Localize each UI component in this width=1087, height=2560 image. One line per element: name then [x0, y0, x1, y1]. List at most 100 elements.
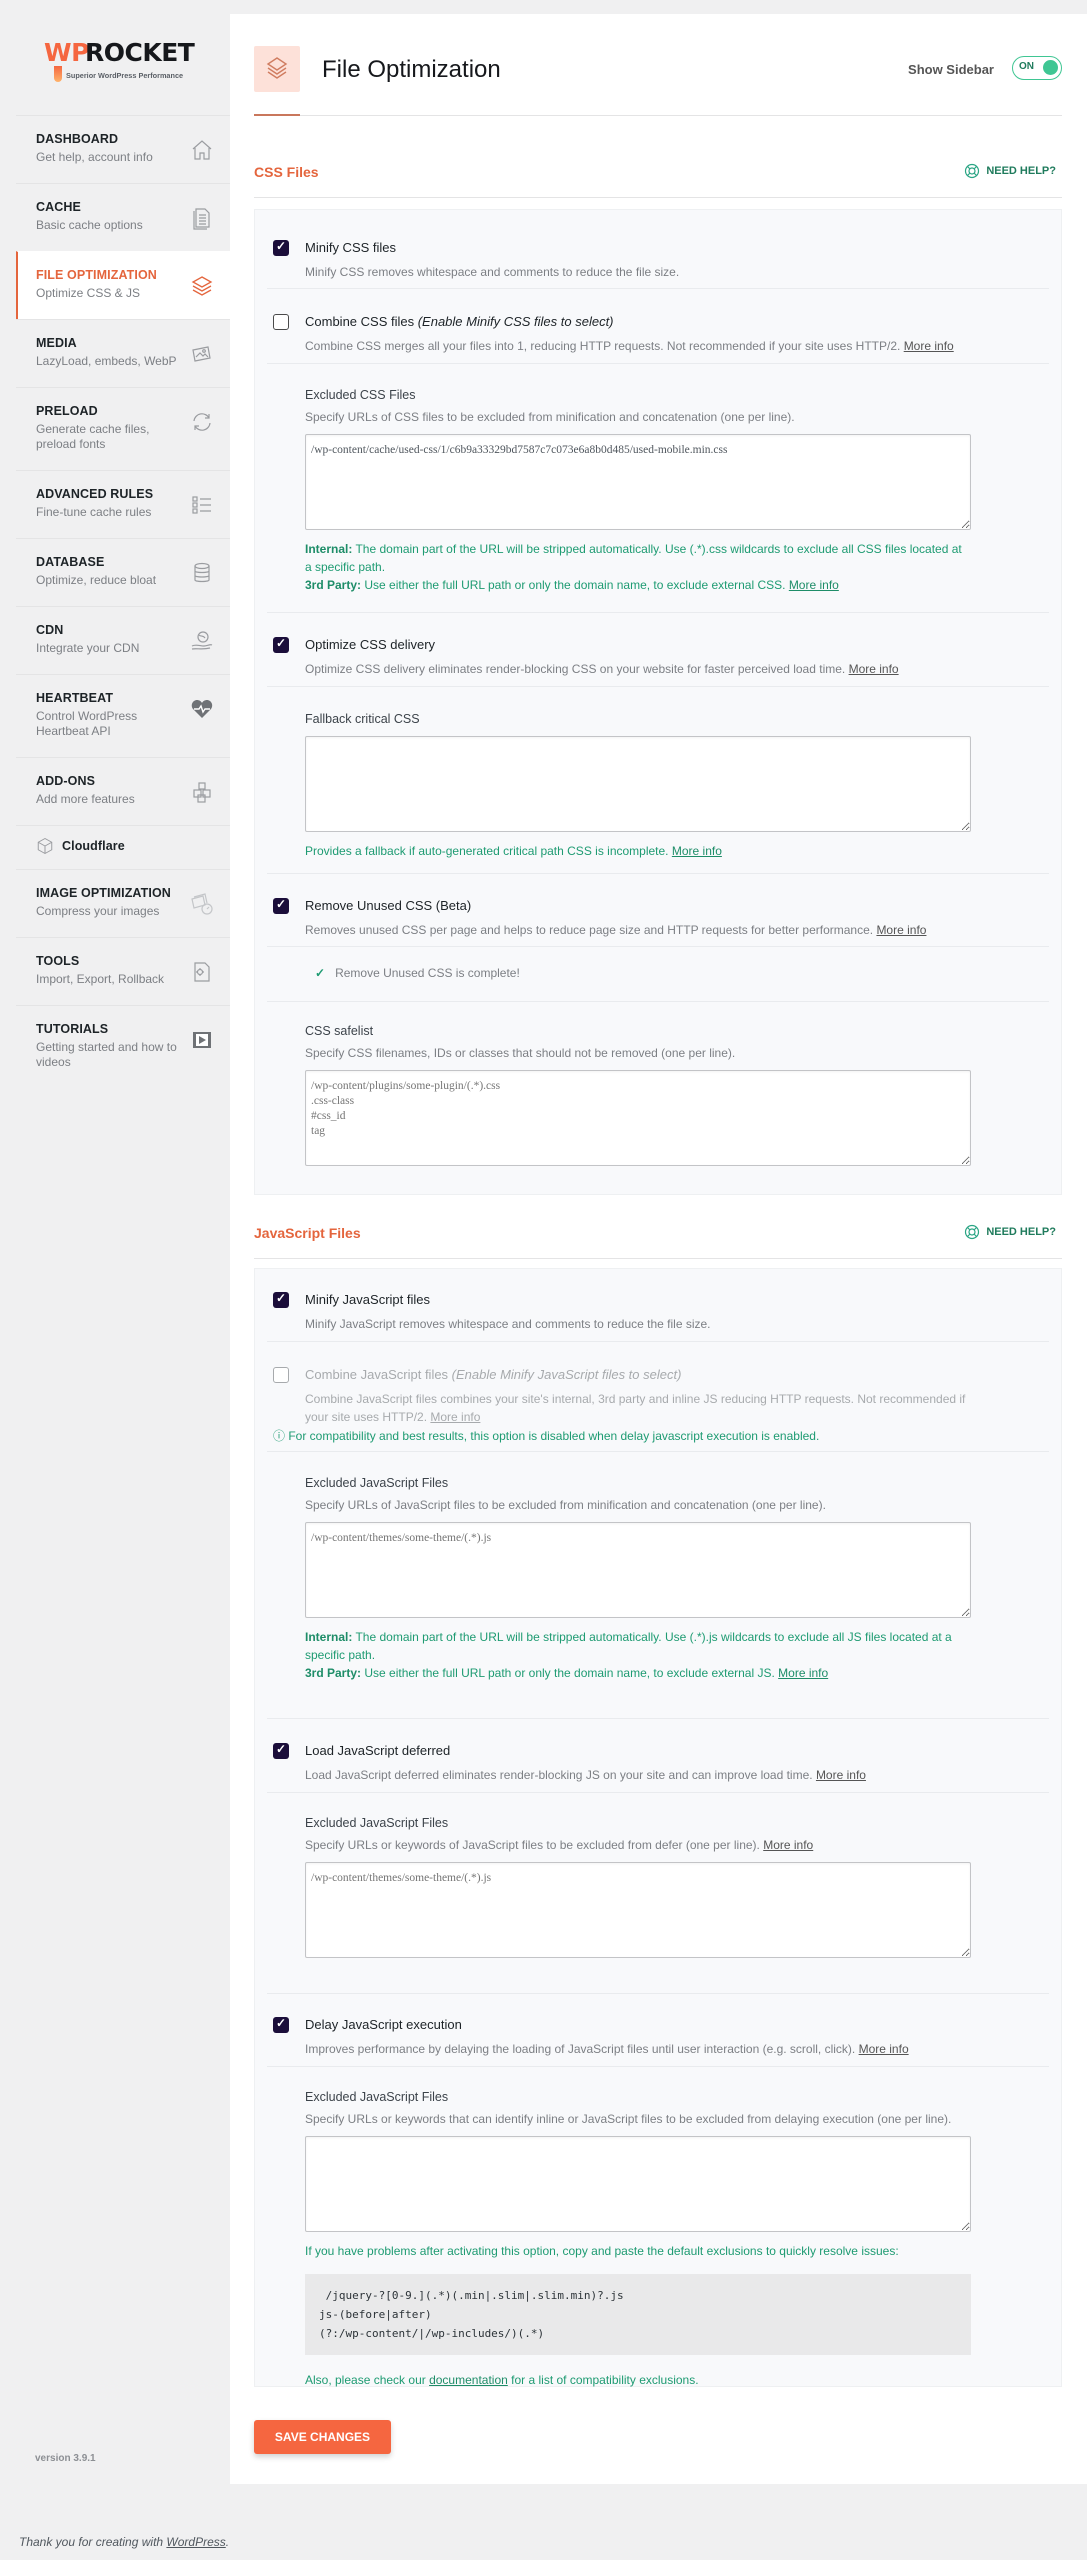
css-safelist-textarea[interactable] [305, 1070, 971, 1166]
defer-js-checkbox[interactable] [273, 1742, 289, 1759]
lifebuoy-icon [965, 1224, 980, 1240]
header-underline [254, 114, 300, 116]
more-info-link[interactable]: More info [816, 1768, 866, 1782]
more-info-link[interactable]: More info [859, 2042, 909, 2056]
sidebar-item-heartbeat[interactable]: HEARTBEAT Control WordPress Heartbeat AP… [16, 674, 230, 757]
defer-excluded-js-field: Excluded JavaScript Files Specify URLs o… [305, 1816, 971, 1958]
option-label[interactable]: Optimize CSS delivery [305, 637, 435, 652]
more-info-link[interactable]: More info [672, 844, 722, 858]
field-description: Specify URLs or keywords that can identi… [305, 2112, 952, 2126]
sidebar-item-subtitle: Optimize, reduce bloat [36, 573, 157, 587]
minify-css-checkbox[interactable] [273, 239, 289, 256]
minify-js-checkbox[interactable] [273, 1291, 289, 1308]
sidebar-item-subtitle: Getting started and how to videos [36, 1040, 177, 1069]
sidebar-item-cloudflare[interactable]: Cloudflare [16, 825, 230, 869]
divider [267, 1718, 1049, 1719]
option-label[interactable]: Remove Unused CSS (Beta) [305, 898, 471, 913]
sidebar-item-database[interactable]: DATABASE Optimize, reduce bloat [16, 538, 230, 606]
need-help-link[interactable]: NEED HELP? [964, 163, 1056, 179]
home-icon [192, 140, 212, 160]
excluded-css-textarea[interactable]: /wp-content/cache/used-css/1/c6b9a33329b… [305, 434, 971, 530]
heartbeat-icon [191, 700, 213, 718]
sidebar-item-file-optimization[interactable]: FILE OPTIMIZATION Optimize CSS & JS [16, 251, 230, 319]
status-text: Remove Unused CSS is complete! [335, 966, 520, 980]
option-label[interactable]: Minify JavaScript files [305, 1292, 430, 1307]
divider [267, 1341, 1049, 1342]
sidebar-item-image-optimization[interactable]: IMAGE OPTIMIZATION Compress your images [16, 869, 230, 937]
option-label[interactable]: Combine CSS files (Enable Minify CSS fil… [305, 314, 614, 329]
divider [267, 612, 1049, 613]
sidebar-item-media[interactable]: MEDIA LazyLoad, embeds, WebP [16, 319, 230, 387]
field-title: Fallback critical CSS [305, 712, 420, 726]
documentation-link[interactable]: documentation [429, 2373, 508, 2387]
more-info-link[interactable]: More info [763, 1838, 813, 1852]
need-help-link[interactable]: NEED HELP? [964, 1224, 1056, 1240]
documentation-note: Also, please check our documentation for… [305, 2371, 971, 2389]
save-changes-button[interactable]: SAVE CHANGES [254, 2420, 391, 2454]
sidebar-item-subtitle: LazyLoad, embeds, WebP [36, 354, 177, 368]
default-exclusions-note: If you have problems after activating th… [305, 2244, 899, 2258]
wordpress-link[interactable]: WordPress [166, 2535, 225, 2549]
fallback-critical-css-field: Fallback critical CSS Provides a fallbac… [305, 712, 971, 860]
more-info-link[interactable]: More info [430, 1410, 480, 1424]
sidebar-item-preload[interactable]: PRELOAD Generate cache files, preload fo… [16, 387, 230, 470]
js-section-header: JavaScript Files NEED HELP? [254, 1219, 1062, 1259]
sidebar-item-subtitle: Basic cache options [36, 218, 143, 232]
option-label[interactable]: Delay JavaScript execution [305, 2017, 462, 2032]
optimize-css-delivery-checkbox[interactable] [273, 636, 289, 653]
sidebar-item-tools[interactable]: TOOLS Import, Export, Rollback [16, 937, 230, 1005]
video-icon [193, 1032, 211, 1048]
note-text: Provides a fallback if auto-generated cr… [305, 844, 672, 858]
internal-label: Internal: [305, 542, 353, 556]
sidebar-item-add-ons[interactable]: ADD-ONS Add more features [16, 757, 230, 825]
delay-js-checkbox[interactable] [273, 2016, 289, 2033]
excluded-js-textarea[interactable] [305, 1522, 971, 1618]
description-text: Combine JavaScript files combines your s… [305, 1392, 966, 1424]
option-description: Removes unused CSS per page and helps to… [305, 921, 991, 939]
fallback-critical-css-textarea[interactable] [305, 736, 971, 832]
more-info-link[interactable]: More info [876, 923, 926, 937]
sidebar-item-cache[interactable]: CACHE Basic cache options [16, 183, 230, 251]
css-section-header: CSS Files NEED HELP? [254, 158, 1062, 198]
warning-text: For compatibility and best results, this… [288, 1429, 820, 1443]
option-label[interactable]: Minify CSS files [305, 240, 396, 255]
description-text: Specify URLs or keywords of JavaScript f… [305, 1838, 764, 1852]
internal-text: The domain part of the URL will be strip… [305, 1630, 952, 1662]
excluded-css-field: Excluded CSS Files Specify URLs of CSS f… [305, 388, 971, 594]
remove-unused-css-checkbox[interactable] [273, 897, 289, 914]
description-text: Optimize CSS delivery eliminates render-… [305, 662, 849, 676]
cubes-icon [193, 782, 211, 803]
sidebar-item-subtitle: Compress your images [36, 904, 160, 918]
more-info-link[interactable]: More info [778, 1666, 828, 1680]
sidebar-item-dashboard[interactable]: DASHBOARD Get help, account info [16, 115, 230, 183]
sidebar-item-cdn[interactable]: CDN Integrate your CDN [16, 606, 230, 674]
default-exclusions-code[interactable]: /jquery-?[0-9.](.*)(.min|.slim|.slim.min… [305, 2274, 971, 2355]
delay-excluded-js-field: Excluded JavaScript Files Specify URLs o… [305, 2090, 971, 2389]
option-label[interactable]: Load JavaScript deferred [305, 1743, 450, 1758]
show-sidebar-toggle[interactable]: ON [1012, 56, 1062, 80]
sidebar-item-tutorials[interactable]: TUTORIALS Getting started and how to vid… [16, 1005, 230, 1088]
combine-css-checkbox[interactable] [273, 314, 289, 330]
third-party-text: Use either the full URL path or only the… [361, 578, 789, 592]
defer-excluded-js-textarea[interactable] [305, 1862, 971, 1958]
toggle-state-label: ON [1019, 61, 1034, 72]
delay-excluded-js-textarea[interactable] [305, 2136, 971, 2232]
version-label: version 3.9.1 [35, 2453, 96, 2464]
excluded-js-field: Excluded JavaScript Files Specify URLs o… [305, 1476, 971, 1682]
divider [267, 946, 1049, 947]
field-description: Specify URLs of JavaScript files to be e… [305, 1498, 826, 1512]
divider [267, 1001, 1049, 1002]
sidebar-item-subtitle: Control WordPress Heartbeat API [36, 709, 138, 738]
combine-js-checkbox[interactable] [273, 1367, 289, 1383]
sidebar-item-subtitle: Fine-tune cache rules [36, 505, 152, 519]
sidebar-item-subtitle: Generate cache files, preload fonts [36, 422, 150, 451]
toggle-knob [1043, 60, 1058, 75]
sidebar-item-advanced-rules[interactable]: ADVANCED RULES Fine-tune cache rules [16, 470, 230, 538]
wp-rocket-logo[interactable]: WP ROCKET Superior WordPress Performance [44, 38, 204, 88]
info-circle-icon: ⓘ [273, 1429, 289, 1443]
divider [267, 288, 1049, 289]
more-info-link[interactable]: More info [849, 662, 899, 676]
more-info-link[interactable]: More info [904, 339, 954, 353]
option-description: Improves performance by delaying the loa… [305, 2040, 991, 2058]
more-info-link[interactable]: More info [789, 578, 839, 592]
